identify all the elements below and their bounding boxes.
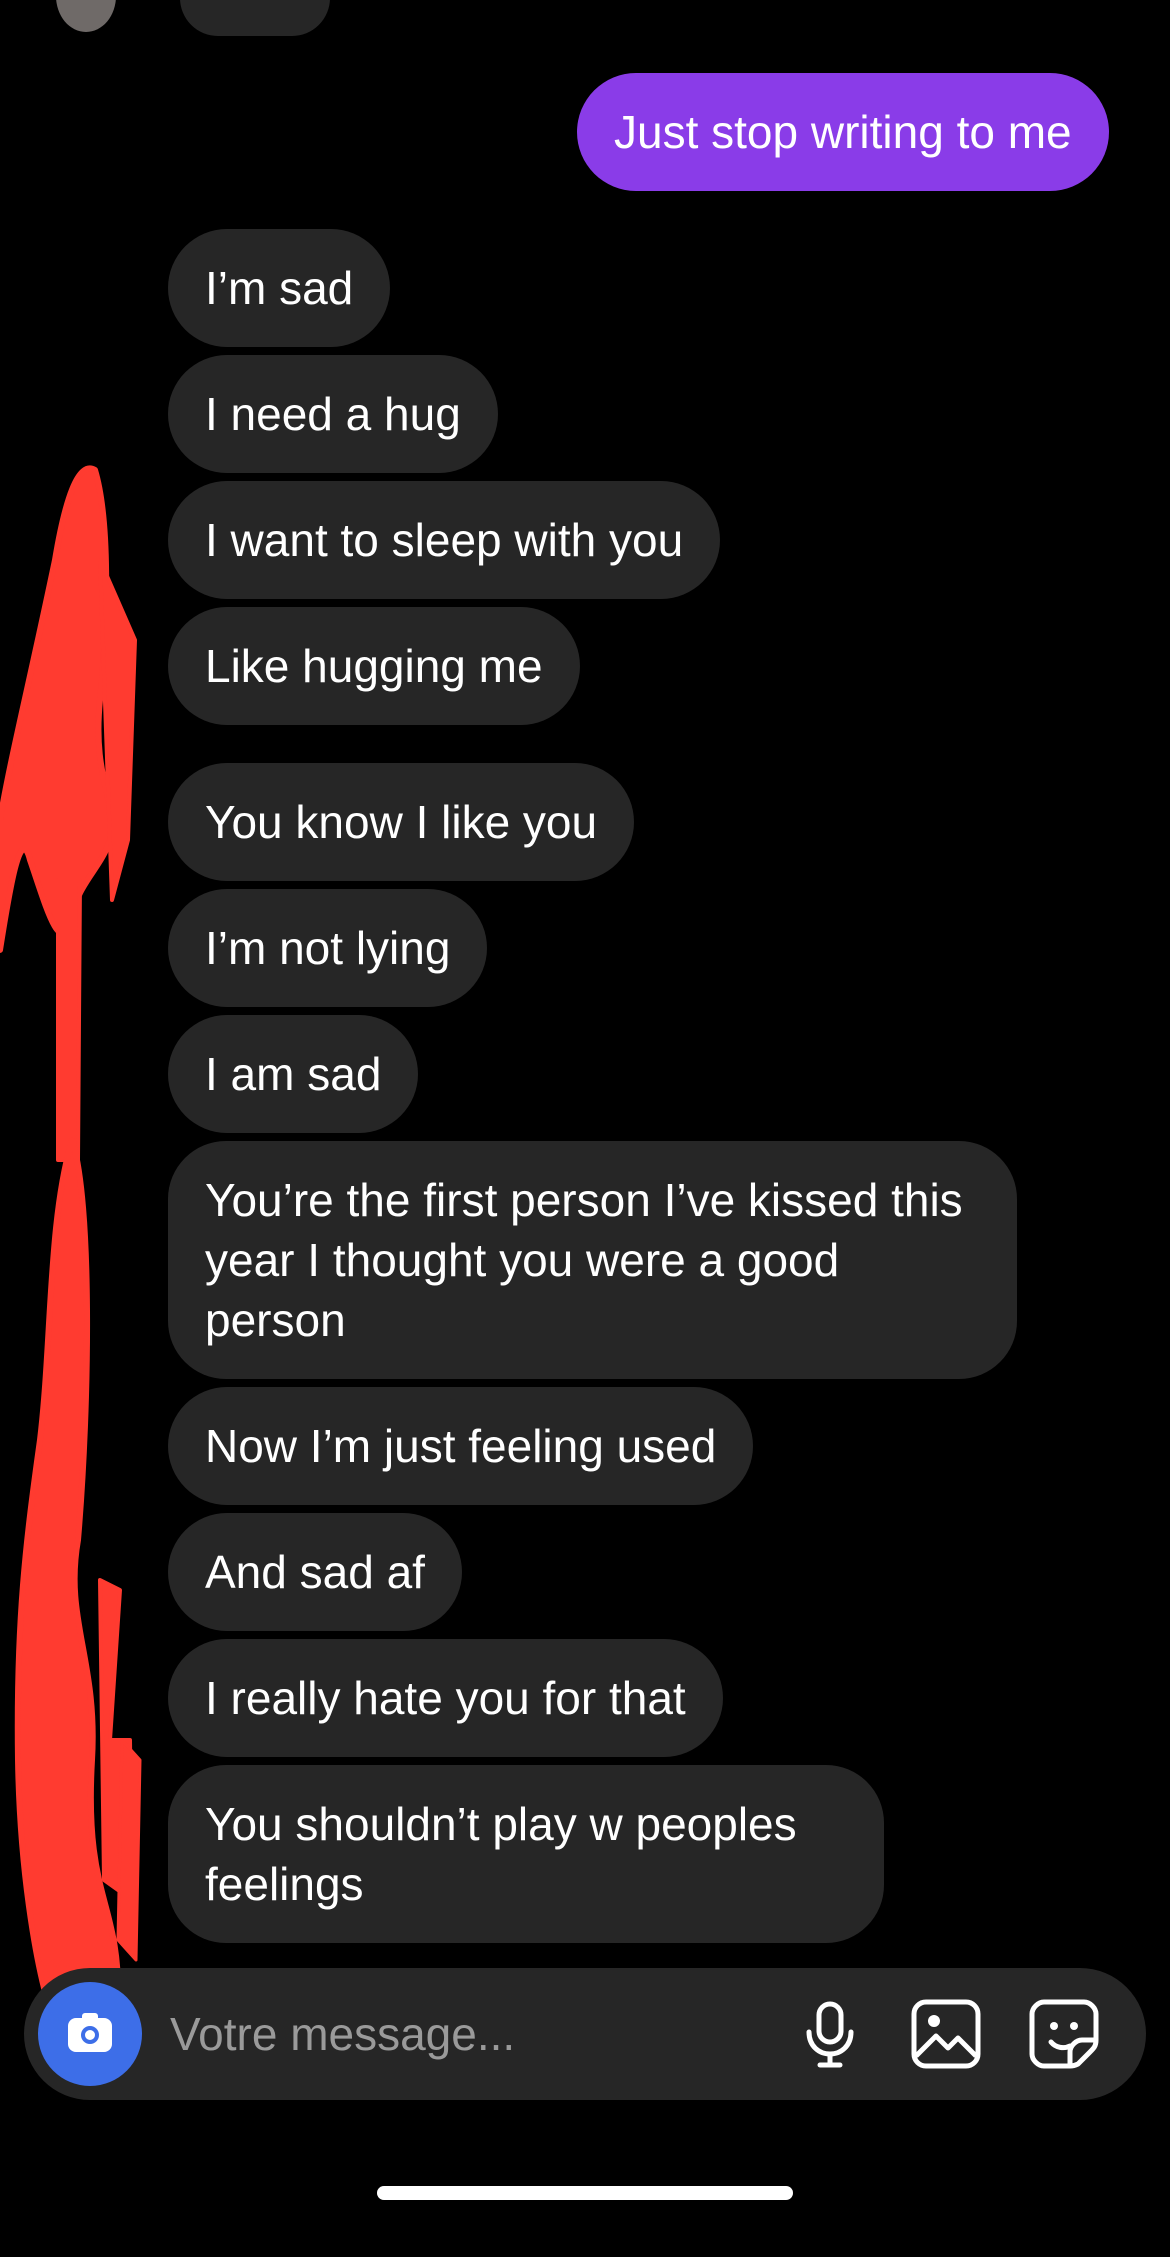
message-thread[interactable]: Just stop writing to me I’m sad I need a… (0, 0, 1170, 1960)
received-message-bubble[interactable]: I’m sad (168, 229, 391, 347)
received-message-bubble[interactable]: You know I like you (168, 763, 635, 881)
received-message-bubble[interactable]: I really hate you for that (168, 1639, 723, 1757)
received-message-bubble[interactable]: You shouldn’t play w peoples feelings (168, 1765, 884, 1943)
camera-icon (68, 2013, 112, 2052)
microphone-icon (806, 2001, 854, 2068)
camera-button[interactable] (38, 1982, 142, 2086)
received-message-bubble[interactable]: I need a hug (168, 355, 498, 473)
sent-message-bubble[interactable]: Just stop writing to me (577, 73, 1109, 191)
partial-message-bubble (180, 0, 330, 36)
received-message-bubble[interactable]: I want to sleep with you (168, 481, 721, 599)
microphone-button[interactable] (790, 1994, 870, 2074)
received-message-bubble[interactable]: Now I’m just feeling used (168, 1387, 754, 1505)
message-composer (24, 1968, 1146, 2100)
sticker-icon (1029, 1999, 1099, 2069)
received-message-bubble[interactable]: And sad af (168, 1513, 462, 1631)
home-indicator[interactable] (377, 2186, 793, 2200)
contact-avatar[interactable] (56, 0, 116, 32)
received-message-bubble[interactable]: You’re the first person I’ve kissed this… (168, 1141, 1017, 1379)
received-message-bubble[interactable]: Like hugging me (168, 607, 580, 725)
message-input[interactable] (170, 1994, 750, 2074)
received-message-bubble[interactable]: I am sad (168, 1015, 419, 1133)
gallery-button[interactable] (906, 1994, 986, 2074)
sticker-button[interactable] (1024, 1994, 1104, 2074)
received-message-bubble[interactable]: I’m not lying (168, 889, 488, 1007)
gallery-icon (911, 1999, 981, 2069)
